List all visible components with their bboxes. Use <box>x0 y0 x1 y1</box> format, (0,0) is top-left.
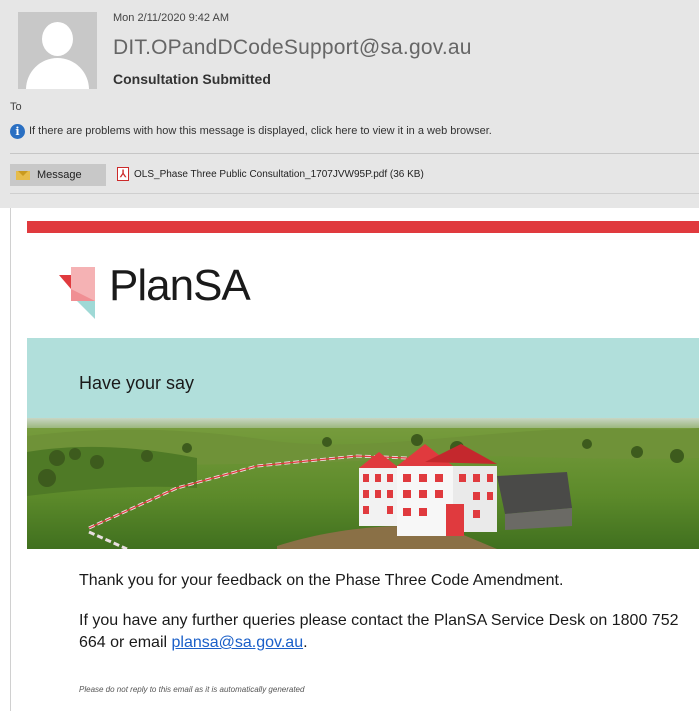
avatar-head-shape <box>42 22 73 56</box>
brand-red-bar <box>27 221 699 233</box>
email-subject: Consultation Submitted <box>113 71 271 87</box>
brand-wordmark: PlanSA <box>109 261 251 310</box>
plansa-email-link[interactable]: plansa@sa.gov.au <box>172 634 304 651</box>
info-icon: i <box>10 123 25 139</box>
message-tab-label: Message <box>37 169 82 181</box>
attachment-name[interactable]: OLS_Phase Three Public Consultation_1707… <box>134 169 424 180</box>
have-your-say-text: Have your say <box>79 373 195 393</box>
thank-you-message: Thank you for your feedback on the Phase… <box>79 572 564 589</box>
envelope-icon <box>16 170 30 180</box>
pdf-icon: ⅄ <box>117 167 129 181</box>
email-body: PlanSA Thank you for your feedback on th… <box>27 221 699 711</box>
avatar-body-shape <box>26 58 89 89</box>
landscape-hero-image <box>27 418 699 549</box>
to-label: To <box>10 101 22 113</box>
contact-message: If you have any further queries please c… <box>79 610 679 654</box>
pdf-attachment[interactable]: ⅄ OLS_Phase Three Public Consultation_17… <box>117 167 424 181</box>
attachments-divider <box>10 193 699 194</box>
message-tab[interactable]: Message <box>10 164 106 186</box>
contact-text-end: . <box>303 634 308 651</box>
plansa-logo-icon <box>59 267 95 319</box>
sender-avatar <box>18 12 97 89</box>
no-reply-note: Please do not reply to this email as it … <box>79 685 305 694</box>
display-info-text[interactable]: If there are problems with how this mess… <box>29 125 492 137</box>
sent-date: Mon 2/11/2020 9:42 AM <box>113 12 229 24</box>
display-info-bar[interactable]: i If there are problems with how this me… <box>10 122 492 140</box>
contact-text: If you have any further queries please c… <box>79 612 679 651</box>
sender-address[interactable]: DIT.OPandDCodeSupport@sa.gov.au <box>113 36 472 60</box>
header-divider <box>10 153 699 154</box>
